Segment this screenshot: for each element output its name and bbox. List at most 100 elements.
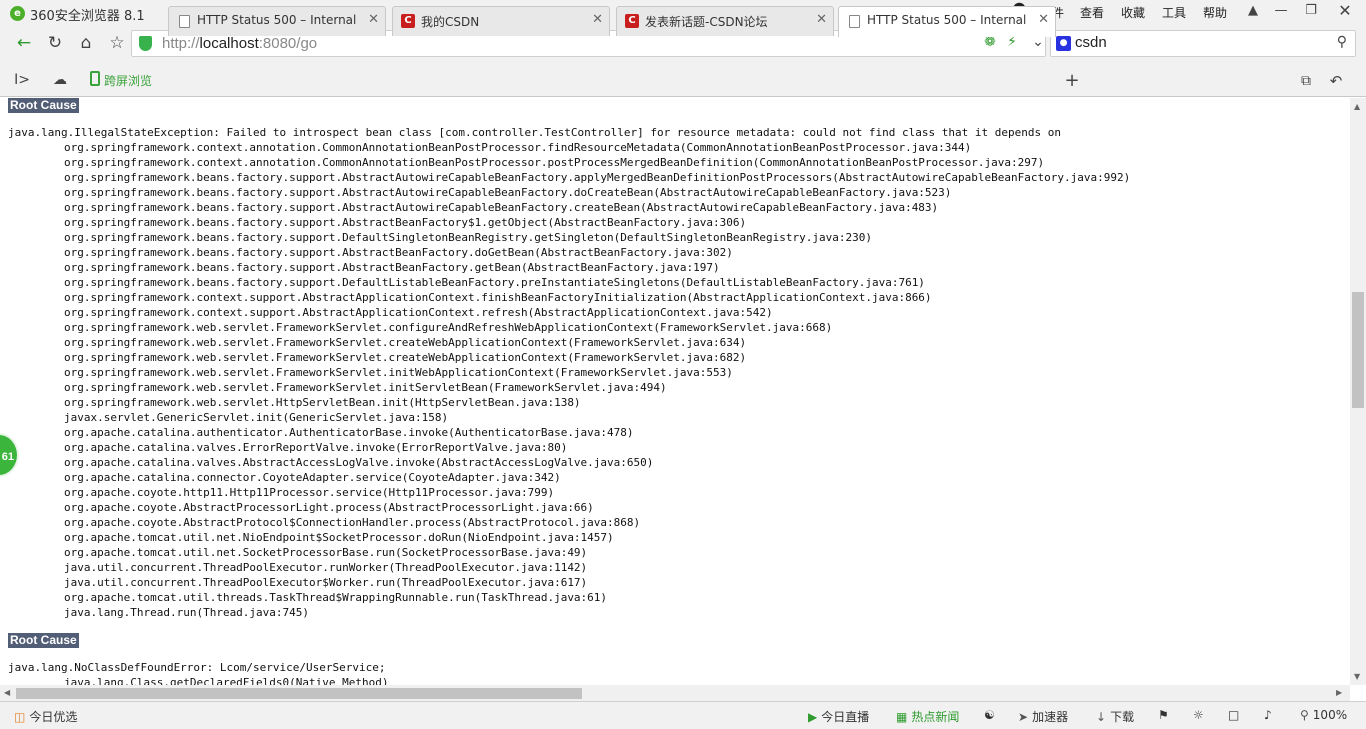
browser-logo-icon: e: [10, 6, 25, 21]
menu-favorites[interactable]: 收藏: [1121, 4, 1145, 21]
accelerator-label: 加速器: [1032, 710, 1069, 724]
csdn-icon: C: [625, 14, 639, 28]
stack-trace-line: java.lang.Class.getDeclaredFields0(Nativ…: [64, 676, 389, 685]
horizontal-scrollbar[interactable]: ◀ ▶: [0, 685, 1350, 701]
stack-trace-line: org.apache.tomcat.util.net.NioEndpoint$S…: [64, 531, 614, 544]
stack-trace-line: org.springframework.beans.factory.suppor…: [64, 216, 747, 229]
stack-trace-line: org.apache.coyote.http11.Http11Processor…: [64, 486, 555, 499]
search-box[interactable]: ● csdn ⚲: [1050, 30, 1356, 57]
stack-trace-line: org.apache.catalina.valves.AbstractAcces…: [64, 456, 654, 469]
tab-list-icon[interactable]: ⧉: [1294, 70, 1318, 92]
scroll-up-icon[interactable]: ▲: [1354, 102, 1360, 111]
scroll-down-icon[interactable]: ▼: [1354, 672, 1360, 681]
undo-close-tab-icon[interactable]: ↶: [1324, 70, 1348, 92]
back-button[interactable]: ←: [12, 32, 36, 54]
stack-trace-line: java.util.concurrent.ThreadPoolExecutor.…: [64, 561, 588, 574]
favorite-star-button[interactable]: ☆: [105, 32, 129, 54]
scroll-left-icon[interactable]: ◀: [4, 688, 10, 697]
close-icon[interactable]: ✕: [368, 12, 379, 27]
menu-tools[interactable]: 工具: [1162, 4, 1186, 21]
stack-trace-line: org.springframework.web.servlet.Framewor…: [64, 336, 747, 349]
url-scheme: http://: [162, 35, 200, 52]
menu-view[interactable]: 查看: [1080, 4, 1104, 21]
play-icon: ▶: [808, 710, 818, 724]
url-host: localhost: [199, 35, 259, 52]
stack-trace-line: org.springframework.context.support.Abst…: [64, 306, 773, 319]
tab-my-csdn[interactable]: C 我的CSDN ✕: [392, 6, 610, 36]
download-icon: ↓: [1096, 710, 1107, 724]
tab-http-status-1[interactable]: HTTP Status 500 – Internal Se ✕: [168, 6, 386, 36]
search-icon[interactable]: ⚲: [1337, 34, 1347, 50]
stack-trace-line: org.springframework.web.servlet.Framewor…: [64, 381, 667, 394]
stack-trace-line: org.springframework.context.annotation.C…: [64, 141, 972, 154]
stack-trace-line: org.springframework.web.servlet.Framewor…: [64, 366, 733, 379]
ie-icon[interactable]: ☼: [1193, 708, 1204, 722]
vertical-scroll-thumb[interactable]: [1352, 292, 1364, 408]
stack-trace-line: org.springframework.beans.factory.suppor…: [64, 231, 872, 244]
minimize-button[interactable]: —: [1268, 0, 1294, 22]
wifi-icon[interactable]: ☯: [984, 708, 995, 722]
tab-label: 发表新话题-CSDN论坛: [645, 15, 768, 29]
zoom-control[interactable]: ⚲ 100%: [1300, 708, 1347, 722]
stack-trace-line: org.springframework.web.servlet.Framewor…: [64, 351, 747, 364]
zoom-label: 100%: [1312, 708, 1348, 722]
close-icon[interactable]: ✕: [816, 12, 827, 27]
rocket-icon: ➤: [1018, 710, 1029, 724]
stack-trace-line: javax.servlet.GenericServlet.init(Generi…: [64, 411, 449, 424]
security-shield-icon: [139, 36, 152, 51]
stack-trace-line: org.apache.catalina.connector.CoyoteAdap…: [64, 471, 561, 484]
stack-trace-line: org.springframework.beans.factory.suppor…: [64, 246, 733, 259]
live-button[interactable]: ▶ 今日直播: [808, 708, 869, 725]
hot-news-button[interactable]: ▦ 热点新闻: [896, 708, 959, 725]
download-button[interactable]: ↓ 下载: [1096, 708, 1134, 725]
maximize-button[interactable]: ❐: [1298, 0, 1324, 22]
baidu-paw-icon[interactable]: ●: [1056, 36, 1071, 51]
url-text[interactable]: http://localhost:8080/go: [162, 35, 317, 52]
window-icon[interactable]: □: [1228, 708, 1239, 722]
tab-label: HTTP Status 500 – Internal Se: [867, 13, 1027, 27]
stack-trace-line: org.springframework.beans.factory.suppor…: [64, 201, 939, 214]
url-path: :8080/go: [258, 35, 318, 52]
split-screen-label: 跨屏浏览: [104, 74, 153, 88]
bookmark-icon[interactable]: ⚑: [1158, 708, 1169, 722]
accelerator-button[interactable]: ➤ 加速器: [1018, 708, 1068, 725]
phone-icon: [90, 71, 100, 86]
daily-picks-button[interactable]: ◫ 今日优选: [14, 708, 77, 725]
tab-label: HTTP Status 500 – Internal Se: [197, 13, 357, 27]
scroll-right-icon[interactable]: ▶: [1336, 688, 1342, 697]
tab-csdn-forum[interactable]: C 发表新话题-CSDN论坛 ✕: [616, 6, 834, 36]
live-label: 今日直播: [821, 710, 870, 724]
sidebar-toggle-icon[interactable]: I>: [10, 69, 34, 91]
search-input[interactable]: csdn: [1075, 34, 1107, 51]
close-icon[interactable]: ✕: [1038, 12, 1049, 27]
stack-trace-line: org.springframework.context.support.Abst…: [64, 291, 932, 304]
home-button[interactable]: ⌂: [74, 32, 98, 54]
app-title: 360安全浏览器 8.1: [30, 9, 145, 24]
news-icon: ▦: [896, 710, 908, 724]
stack-trace-line: java.lang.IllegalStateException: Failed …: [8, 126, 1061, 139]
horizontal-scroll-thumb[interactable]: [16, 688, 582, 699]
close-window-button[interactable]: ✕: [1332, 0, 1358, 22]
refresh-button[interactable]: ↻: [43, 32, 67, 54]
stack-trace-line: java.lang.Thread.run(Thread.java:745): [64, 606, 310, 619]
skin-icon[interactable]: ▲: [1240, 0, 1266, 22]
tab-http-status-active[interactable]: HTTP Status 500 – Internal Se ✕: [838, 6, 1056, 37]
menu-help[interactable]: 帮助: [1203, 4, 1227, 21]
stack-trace-line: java.lang.NoClassDefFoundError: Lcom/ser…: [8, 661, 386, 674]
page-content: Root Cause java.lang.IllegalStateExcepti…: [0, 98, 1350, 685]
status-bar: ◫ 今日优选 ▶ 今日直播 ▦ 热点新闻 ☯ ➤ 加速器 ↓ 下载 ⚑ ☼ □ ♪ ⚲ 10…: [0, 701, 1366, 729]
new-tab-button[interactable]: +: [1060, 70, 1084, 92]
split-screen-tab[interactable]: 跨屏浏览: [86, 67, 162, 93]
volume-icon[interactable]: ♪: [1264, 708, 1272, 722]
stack-trace-line: org.springframework.context.annotation.C…: [64, 156, 1045, 169]
stack-trace-line: org.apache.catalina.valves.ErrorReportVa…: [64, 441, 568, 454]
stack-trace-line: org.springframework.web.servlet.HttpServ…: [64, 396, 581, 409]
close-icon[interactable]: ✕: [592, 12, 603, 27]
download-label: 下载: [1110, 710, 1135, 724]
csdn-icon: C: [401, 14, 415, 28]
gift-icon: ◫: [14, 710, 26, 724]
stack-trace-line: org.apache.tomcat.util.net.SocketProcess…: [64, 546, 588, 559]
tab-bar: I> ☁: [0, 61, 1366, 97]
cloud-icon[interactable]: ☁: [48, 69, 72, 91]
vertical-scrollbar[interactable]: ▲ ▼: [1350, 98, 1366, 685]
